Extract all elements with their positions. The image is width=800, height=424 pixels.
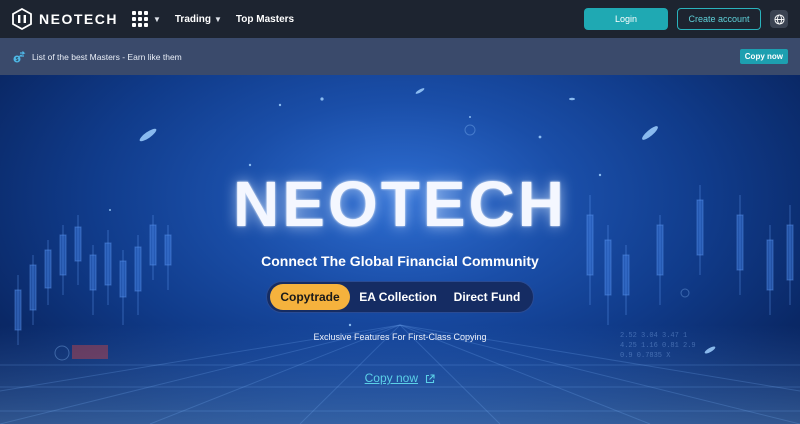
language-button[interactable] (770, 10, 788, 28)
create-account-button[interactable]: Create account (677, 8, 761, 30)
chevron-down-icon: ▼ (214, 14, 222, 24)
announcement-bar: $ List of the best Masters - Earn like t… (0, 38, 800, 75)
hero-title: NEOTECH (233, 168, 567, 240)
globe-icon (773, 13, 785, 25)
neotech-logo-icon (12, 8, 32, 30)
chevron-down-icon: ▼ (152, 14, 161, 24)
tab-ea-collection[interactable]: EA Collection (350, 284, 446, 310)
svg-text:4.25 1.16 0.81 2.9: 4.25 1.16 0.81 2.9 (620, 342, 696, 350)
hero-section: 2.52 3.04 3.47 1 4.25 1.16 0.81 2.9 0.9 … (0, 75, 800, 424)
header-actions: Login Create account (584, 8, 788, 30)
brand-logo[interactable]: NEOTECH (12, 8, 118, 30)
tab-direct-fund[interactable]: Direct Fund (446, 284, 528, 310)
apps-menu-button[interactable]: ▼ (131, 11, 161, 27)
announcement-text: List of the best Masters - Earn like the… (32, 51, 182, 62)
money-transfer-icon: $ (13, 50, 26, 63)
svg-text:0.9 0.7835 X: 0.9 0.7835 X (620, 352, 671, 360)
hero-tab-switcher: Copytrade EA Collection Direct Fund (266, 281, 534, 313)
hero-tagline: Exclusive Features For First-Class Copyi… (313, 332, 487, 342)
top-navbar: NEOTECH ▼ Trading ▼ Top Masters Login Cr… (0, 0, 800, 38)
hero-copy-now-label: Copy now (364, 371, 419, 385)
nav-top-masters[interactable]: Top Masters (236, 14, 294, 25)
external-link-icon (426, 374, 435, 383)
nav-trading-label: Trading (174, 13, 211, 25)
nav-trading-dropdown[interactable]: Trading ▼ (175, 14, 222, 25)
hero-copy-now-link[interactable]: Copy now (0, 371, 800, 385)
announcement-copy-now-button[interactable]: Copy now (739, 49, 788, 64)
login-button[interactable]: Login (584, 8, 668, 30)
brand-name: NEOTECH (39, 11, 118, 27)
hero-subtitle: Connect The Global Financial Community (261, 253, 539, 269)
nav-top-masters-label: Top Masters (235, 13, 295, 25)
apps-grid-icon (131, 11, 148, 27)
svg-text:$: $ (16, 57, 19, 63)
tab-copytrade[interactable]: Copytrade (270, 284, 350, 310)
